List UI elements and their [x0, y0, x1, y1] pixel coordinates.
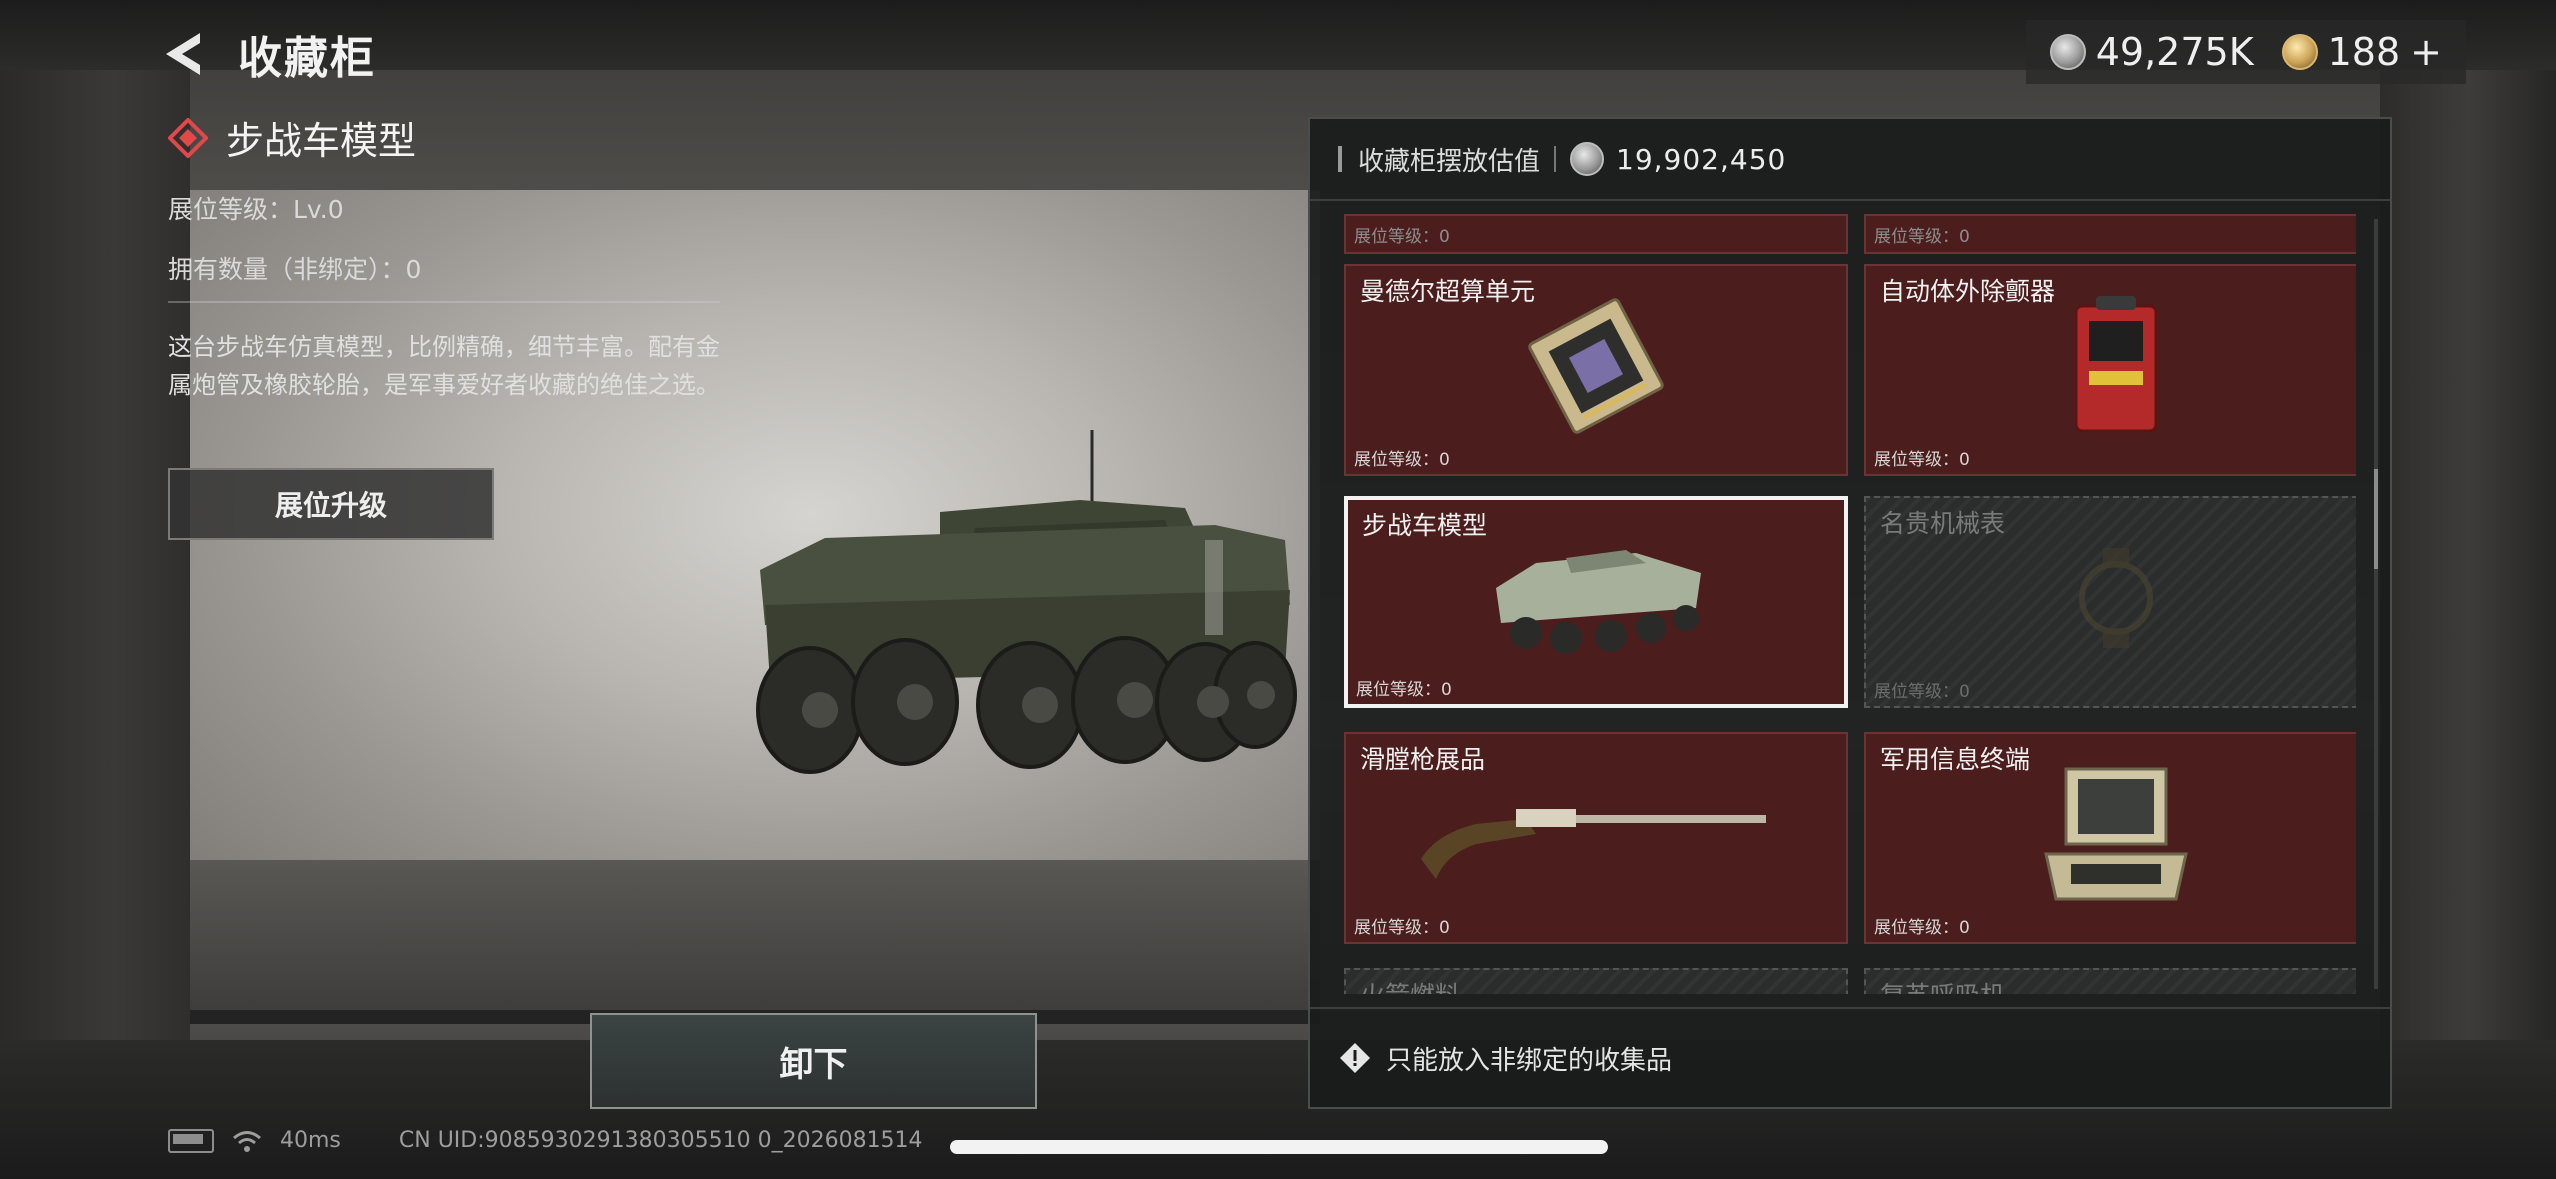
card-level: 展位等级：0	[1874, 918, 1970, 938]
gold-coin-icon	[2281, 34, 2318, 70]
display-shelf-floor	[190, 860, 1320, 1010]
ifv-model-display	[756, 430, 1297, 774]
card-name: 火箭燃料	[1360, 976, 1460, 994]
info-divider	[168, 301, 720, 303]
top-header: 收藏柜	[160, 18, 376, 90]
page-title: 收藏柜	[238, 33, 376, 84]
background-pillar-left	[0, 70, 190, 1179]
card-level: 展位等级：0	[1874, 227, 1970, 247]
uid-text: CN UID:9085930291380305510 0_2026081514	[398, 1128, 923, 1153]
card-name: 步战车模型	[1362, 511, 1488, 540]
rarity-diamond-icon	[168, 117, 208, 158]
card-name: 军用信息终端	[1880, 745, 2031, 774]
musket-icon	[1421, 808, 1766, 879]
collection-scrollbar[interactable]	[2374, 219, 2378, 989]
panel-separator	[1554, 146, 1557, 172]
card-level: 展位等级：0	[1354, 450, 1450, 470]
collection-value: 19,902,450	[1616, 142, 1787, 176]
booth-level-text: 展位等级：Lv.0	[168, 195, 344, 224]
card-name: 滑膛枪展品	[1360, 745, 1486, 774]
item-title: 步战车模型	[226, 119, 417, 163]
panel-title: 收藏柜摆放估值	[1358, 146, 1541, 177]
owned-count-text: 拥有数量（非绑定）：0	[168, 255, 422, 284]
panel-header: 收藏柜摆放估值 19,902,450	[1310, 119, 2390, 201]
wifi-icon	[233, 1130, 261, 1152]
card-name: 自动体外除颤器	[1880, 277, 2056, 306]
card-level: 展位等级：0	[1874, 682, 1970, 702]
collection-card-musket[interactable]: 滑膛枪展品 展位等级：0	[1344, 732, 1848, 944]
ping-text: 40ms	[280, 1128, 341, 1153]
mechanical-watch-icon	[2079, 547, 2153, 648]
unload-button[interactable]: 卸下	[590, 1013, 1037, 1109]
silver-coin-icon	[1570, 142, 1605, 176]
status-bar: 40ms CN UID:9085930291380305510 0_202608…	[168, 1128, 923, 1153]
card-level: 展位等级：0	[1354, 227, 1450, 247]
scroll-thumb[interactable]	[2374, 469, 2378, 569]
collection-card-resuscitator[interactable]: 复苏呼吸机	[1864, 968, 2356, 994]
collection-card-rocket-fuel[interactable]: 火箭燃料	[1344, 968, 1848, 994]
collection-card[interactable]: 展位等级：0	[1344, 214, 1848, 254]
silver-amount: 49,275K	[2095, 30, 2254, 74]
booth-upgrade-button[interactable]: 展位升级	[168, 468, 494, 540]
item-description: 这台步战车仿真模型，比例精确，细节丰富。配有金属炮管及橡胶轮胎，是军事爱好者收藏…	[168, 333, 720, 399]
item-title-row: 步战车模型	[168, 110, 416, 165]
card-name: 复苏呼吸机	[1880, 976, 2005, 994]
gold-amount: 188	[2327, 30, 2401, 74]
add-gold-button[interactable]: +	[2410, 30, 2442, 74]
battery-icon	[168, 1128, 214, 1153]
collection-card-ifv-model[interactable]: 步战车模型 展位等级：0	[1344, 496, 1848, 708]
collection-card-defibrillator[interactable]: 自动体外除颤器 展位等级：0	[1864, 264, 2356, 476]
background-pillar-right	[2380, 70, 2556, 1179]
collection-grid[interactable]: 展位等级：0 展位等级：0 曼德尔超算单元 展位等级：0 自动体外除颤器 展位等…	[1334, 214, 2356, 994]
card-level: 展位等级：0	[1874, 450, 1970, 470]
military-terminal-icon	[2044, 767, 2188, 901]
collection-card-military-terminal[interactable]: 军用信息终端 展位等级：0	[1864, 732, 2356, 944]
defibrillator-icon	[2074, 295, 2158, 433]
home-indicator[interactable]	[950, 1140, 1608, 1154]
warning-icon	[1340, 1043, 1370, 1073]
back-arrow-icon[interactable]	[160, 29, 208, 79]
card-level: 展位等级：0	[1356, 680, 1452, 700]
collection-panel: 收藏柜摆放估值 19,902,450 展位等级：0 展位等级：0 曼德尔超算单元…	[1308, 117, 2392, 1109]
collection-card[interactable]: 展位等级：0	[1864, 214, 2356, 254]
card-name: 名贵机械表	[1880, 509, 2006, 538]
collection-card-supercomputer[interactable]: 曼德尔超算单元 展位等级：0	[1344, 264, 1848, 476]
card-level: 展位等级：0	[1354, 918, 1450, 938]
panel-footer: 只能放入非绑定的收集品	[1310, 1007, 2390, 1107]
currency-display: 49,275K 188 +	[2025, 20, 2466, 84]
supercomputer-unit-icon	[1528, 298, 1664, 434]
panel-header-bar	[1338, 146, 1342, 172]
silver-currency[interactable]: 49,275K	[2049, 30, 2254, 74]
collection-card-mechanical-watch[interactable]: 名贵机械表 展位等级：0	[1864, 496, 2356, 708]
card-name: 曼德尔超算单元	[1360, 277, 1536, 306]
ifv-model-icon	[1496, 549, 1701, 654]
footer-note: 只能放入非绑定的收集品	[1386, 1045, 1673, 1076]
silver-coin-icon	[2049, 34, 2086, 70]
gold-currency[interactable]: 188 +	[2281, 30, 2442, 74]
